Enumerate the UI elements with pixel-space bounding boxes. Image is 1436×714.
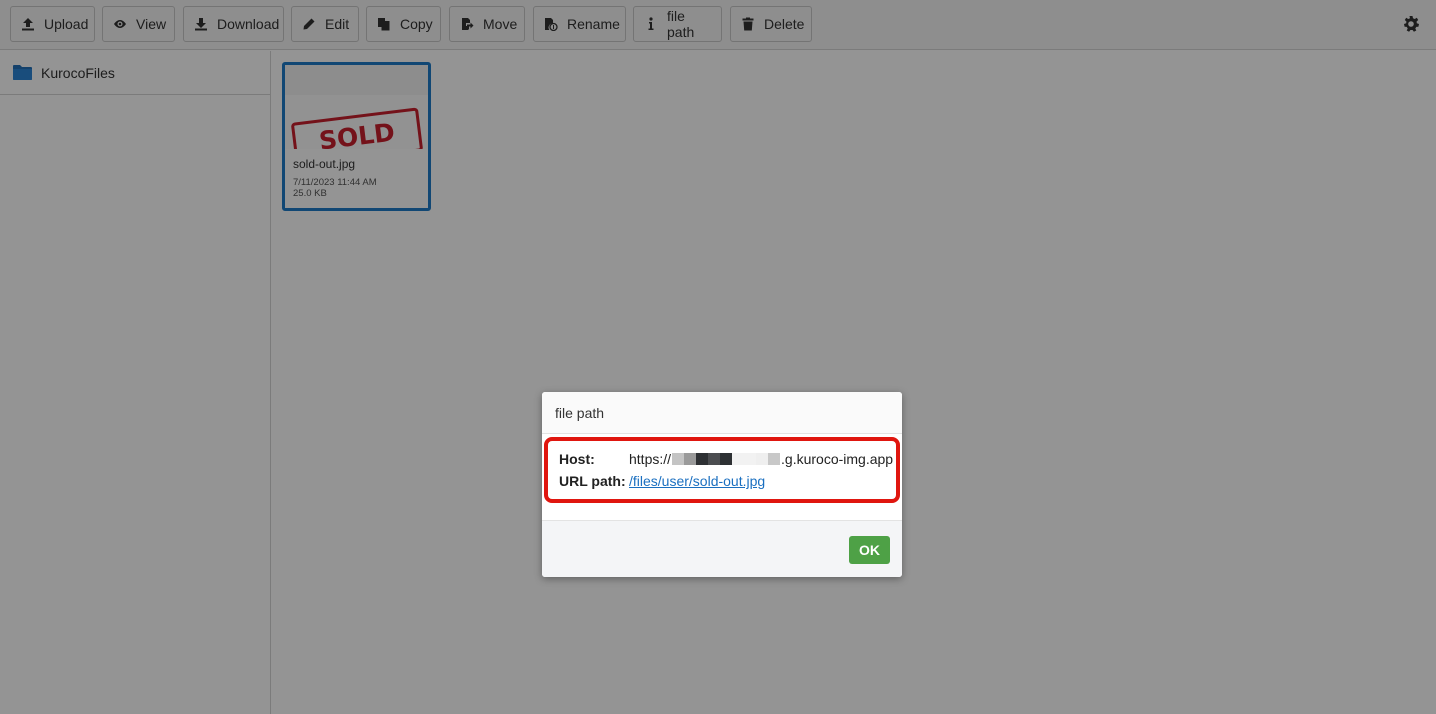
redacted-block	[696, 453, 709, 465]
ok-button[interactable]: OK	[849, 536, 890, 564]
dialog-body: Host: https:// .g.kuroco-img.app URL pat…	[542, 434, 902, 520]
highlight-box	[544, 437, 900, 503]
redacted-block	[756, 453, 769, 465]
host-prefix: https://	[629, 451, 672, 467]
modal-backdrop[interactable]	[0, 0, 1436, 714]
redacted-block	[672, 453, 685, 465]
url-path-label: URL path:	[559, 473, 626, 489]
redacted-block	[732, 453, 745, 465]
redacted-block	[744, 453, 757, 465]
url-path-row: URL path: /files/user/sold-out.jpg	[559, 473, 765, 489]
redacted-block	[720, 453, 733, 465]
file-path-dialog: file path Host: https:// .g.kuroco-img.a…	[542, 392, 902, 577]
host-row: Host: https:// .g.kuroco-img.app	[559, 451, 893, 467]
host-label: Host:	[559, 451, 595, 467]
redacted-block	[684, 453, 697, 465]
dialog-footer: OK	[542, 520, 902, 577]
dialog-title: file path	[542, 392, 902, 434]
host-redacted	[672, 453, 781, 465]
host-suffix: .g.kuroco-img.app	[781, 451, 894, 467]
redacted-block	[768, 453, 781, 465]
redacted-block	[708, 453, 721, 465]
url-path-link[interactable]: /files/user/sold-out.jpg	[629, 473, 765, 489]
